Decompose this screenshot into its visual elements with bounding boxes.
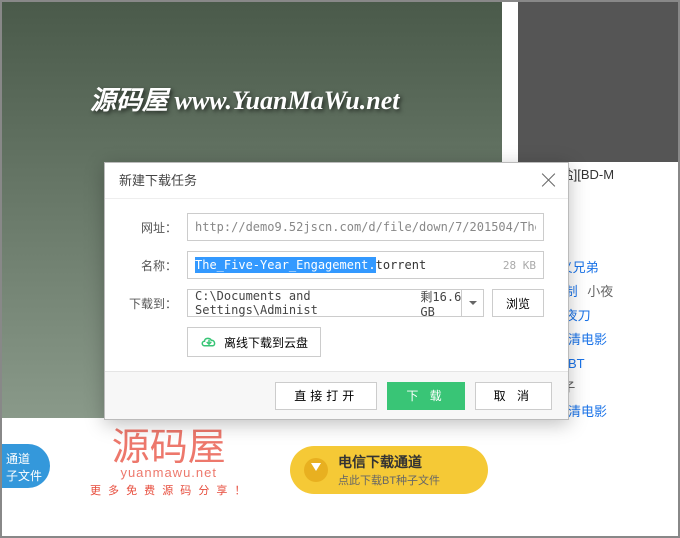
cloud-download-button[interactable]: 离线下载到云盘	[187, 327, 321, 357]
tag-link[interactable]: 小夜	[587, 284, 613, 299]
yellow-download-badge[interactable]: 电信下载通道 点此下载BT种子文件	[290, 446, 488, 494]
yellow-badge-sub: 点此下载BT种子文件	[338, 472, 440, 488]
side-poster	[518, 2, 678, 162]
open-button[interactable]: 直接打开	[275, 382, 377, 410]
logo-tagline: 更 多 免 费 源 码 分 享 ！	[90, 482, 247, 498]
name-selected-part: The_Five-Year_Engagement.	[195, 257, 376, 273]
save-path-value: C:\Documents and Settings\Administ	[195, 289, 413, 317]
file-size: 28 KB	[503, 259, 536, 272]
download-dialog: 新建下载任务 网址： 名称： The_Five-Year_Engagement.…	[104, 162, 569, 420]
yellow-badge-title: 电信下载通道	[338, 452, 440, 472]
save-path-dropdown[interactable]: C:\Documents and Settings\Administ 剩16.6…	[187, 289, 484, 317]
download-button[interactable]: 下 载	[387, 382, 464, 410]
browse-button[interactable]: 浏览	[492, 289, 544, 317]
blue-badge-line1: 通道	[6, 450, 46, 467]
site-logo: 源码屋 yuanmawu.net 更 多 免 费 源 码 分 享 ！	[90, 416, 247, 498]
dialog-title: 新建下载任务	[105, 163, 568, 199]
chevron-down-icon[interactable]	[461, 290, 483, 316]
name-rest-part: torrent	[376, 258, 427, 272]
cloud-icon	[200, 335, 218, 349]
download-arrow-icon	[304, 458, 328, 482]
cloud-button-label: 离线下载到云盘	[224, 334, 308, 351]
blue-download-badge[interactable]: 通道 子文件	[2, 444, 50, 488]
blue-badge-line2: 子文件	[6, 467, 46, 484]
logo-main: 源码屋	[90, 416, 247, 471]
name-input[interactable]: The_Five-Year_Engagement.torrent 28 KB	[187, 251, 544, 279]
url-input[interactable]	[187, 213, 544, 241]
name-label: 名称：	[129, 257, 177, 274]
logo-sub: yuanmawu.net	[90, 465, 247, 480]
close-icon[interactable]	[540, 171, 558, 189]
saveto-label: 下载到：	[129, 295, 177, 312]
url-label: 网址：	[129, 219, 177, 236]
cancel-button[interactable]: 取 消	[475, 382, 552, 410]
dialog-footer: 直接打开 下 载 取 消	[105, 371, 568, 419]
watermark-text: 源码屋 www.YuanMaWu.net	[90, 80, 399, 117]
bottom-area: 通道 子文件 源码屋 yuanmawu.net 更 多 免 费 源 码 分 享 …	[2, 418, 678, 536]
